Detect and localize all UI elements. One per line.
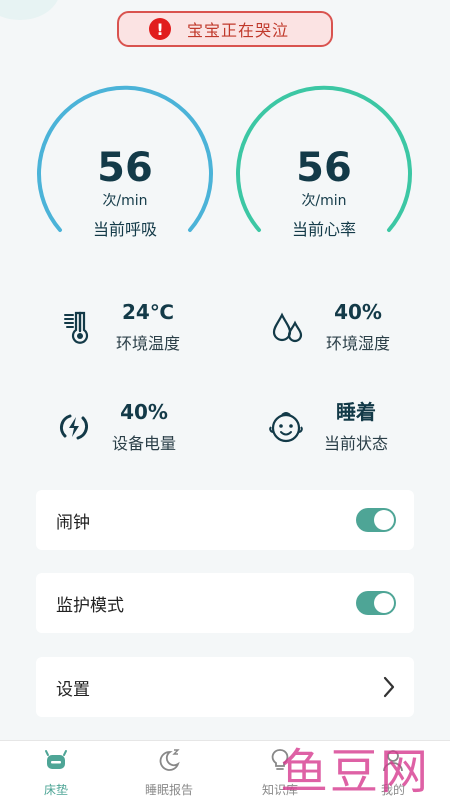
monitor-mode-label: 监护模式 <box>56 595 124 616</box>
tab-mattress-label: 床垫 <box>43 783 68 797</box>
breathing-label: 当前呼吸 <box>92 220 157 239</box>
monitor-mode-toggle-knob <box>374 593 394 613</box>
humidity-label: 环境湿度 <box>326 334 391 353</box>
battery-charge-icon <box>60 414 88 440</box>
temperature-stat: 24℃ 环境温度 <box>60 300 180 354</box>
heart-rate-gauge: 56 次/min 当前心率 <box>231 76 417 239</box>
temperature-value: 24℃ <box>121 300 175 324</box>
tab-sleep-report-label: 睡眠报告 <box>144 783 193 797</box>
site-watermark: 鱼豆网 <box>280 744 431 800</box>
android-icon <box>45 750 67 769</box>
water-drops-icon <box>272 312 303 343</box>
chevron-right-icon <box>383 676 395 698</box>
settings-label: 设置 <box>56 679 90 700</box>
battery-value: 40% <box>120 400 168 424</box>
heart-rate-value: 56 <box>296 145 352 191</box>
background-glow <box>0 0 60 20</box>
tab-sleep-report[interactable]: 睡眠报告 <box>134 747 204 798</box>
breathing-unit: 次/min <box>102 193 148 209</box>
humidity-stat: 40% 环境湿度 <box>270 300 390 354</box>
state-value: 睡着 <box>336 400 376 424</box>
alarm-card: 闹钟 <box>36 490 414 550</box>
alarm-toggle-knob <box>374 510 394 530</box>
alert-text: 宝宝正在哭泣 <box>187 21 290 40</box>
monitor-mode-toggle[interactable] <box>356 591 396 615</box>
battery-stat: 40% 设备电量 <box>56 400 176 454</box>
humidity-value: 40% <box>334 300 382 324</box>
state-stat: 睡着 当前状态 <box>268 400 388 454</box>
alarm-toggle[interactable] <box>356 508 396 532</box>
breathing-value: 56 <box>97 145 153 191</box>
baby-face-icon <box>269 412 303 443</box>
exclamation-icon: ! <box>149 18 171 40</box>
thermometer-icon <box>64 311 89 344</box>
heart-rate-label: 当前心率 <box>291 220 356 239</box>
alarm-label: 闹钟 <box>56 512 90 533</box>
battery-label: 设备电量 <box>112 434 177 453</box>
temperature-label: 环境温度 <box>116 334 181 353</box>
moon-icon <box>159 749 180 771</box>
state-label: 当前状态 <box>324 434 389 453</box>
tab-mattress[interactable]: 床垫 <box>21 747 91 798</box>
heart-rate-unit: 次/min <box>301 193 347 209</box>
monitor-mode-card: 监护模式 <box>36 573 414 633</box>
settings-row[interactable]: 设置 <box>36 657 414 717</box>
breathing-gauge: 56 次/min 当前呼吸 <box>32 76 218 239</box>
crying-alert-banner[interactable]: ! 宝宝正在哭泣 <box>117 11 333 47</box>
